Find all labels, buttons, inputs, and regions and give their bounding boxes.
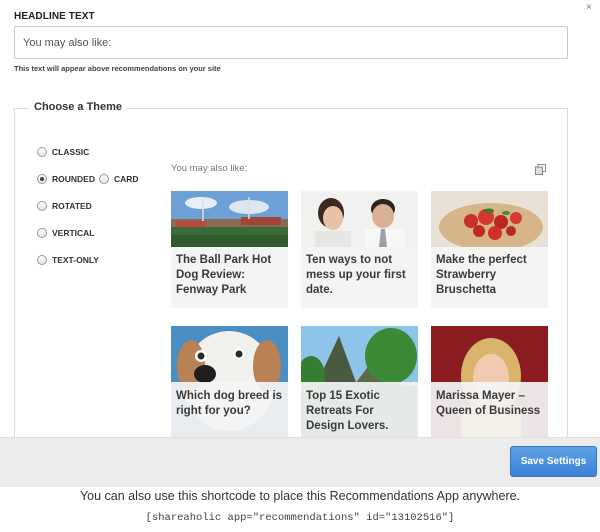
theme-option-label: CARD [114, 174, 139, 184]
theme-option-text-only[interactable]: TEXT-ONLY [37, 255, 99, 265]
theme-option-label: TEXT-ONLY [52, 255, 99, 265]
radio-button[interactable] [37, 147, 47, 157]
bruschetta-image [431, 191, 548, 247]
close-icon[interactable]: × [586, 2, 592, 13]
card-title: The Ball Park Hot Dog Review: Fenway Par… [171, 247, 288, 308]
preview-title: You may also like: [171, 163, 248, 174]
radio-button[interactable] [37, 201, 47, 211]
theme-option-rounded[interactable]: ROUNDED [37, 174, 95, 184]
recommendation-card[interactable]: Marissa Mayer – Queen of Business [431, 326, 548, 443]
card-title: Ten ways to not mess up your first date. [301, 247, 418, 308]
card-title: Which dog breed is right for you? [171, 382, 288, 443]
card-title: Top 15 Exotic Retreats For Design Lovers… [301, 382, 418, 443]
theme-option-label: ROTATED [52, 201, 92, 211]
shortcode-text[interactable]: [shareaholic app="recommendations" id="1… [0, 512, 600, 524]
recommendation-card[interactable]: Top 15 Exotic Retreats For Design Lovers… [301, 326, 418, 443]
copy-icon[interactable] [535, 164, 546, 175]
radio-button[interactable] [37, 174, 47, 184]
theme-option-label: CLASSIC [52, 147, 90, 157]
headline-label: HEADLINE TEXT [14, 11, 95, 22]
card-title: Make the perfect Strawberry Bruschetta [431, 247, 548, 308]
stadium-image [171, 191, 288, 247]
theme-option-classic[interactable]: CLASSIC [37, 147, 89, 157]
theme-option-vertical[interactable]: VERTICAL [37, 228, 95, 238]
shortcode-instructions: You can also use this shortcode to place… [79, 489, 521, 503]
radio-button[interactable] [99, 174, 109, 184]
couple-image [301, 191, 418, 247]
card-title: Marissa Mayer – Queen of Business [431, 382, 548, 443]
radio-button[interactable] [37, 228, 47, 238]
recommendation-card[interactable]: Which dog breed is right for you? [171, 326, 288, 443]
save-settings-button[interactable]: Save Settings [510, 446, 597, 477]
recommendation-card[interactable]: Make the perfect Strawberry Bruschetta [431, 191, 548, 308]
theme-option-card[interactable]: CARD [99, 174, 139, 184]
radio-button[interactable] [37, 255, 47, 265]
headline-input[interactable] [14, 26, 568, 59]
theme-option-rotated[interactable]: ROTATED [37, 201, 92, 211]
theme-option-label: VERTICAL [52, 228, 95, 238]
headline-help-text: This text will appear above recommendati… [14, 64, 221, 73]
recommendation-card[interactable]: Ten ways to not mess up your first date. [301, 191, 418, 308]
theme-option-label: ROUNDED [52, 174, 95, 184]
recommendation-card[interactable]: The Ball Park Hot Dog Review: Fenway Par… [171, 191, 288, 308]
theme-legend: Choose a Theme [29, 101, 128, 113]
